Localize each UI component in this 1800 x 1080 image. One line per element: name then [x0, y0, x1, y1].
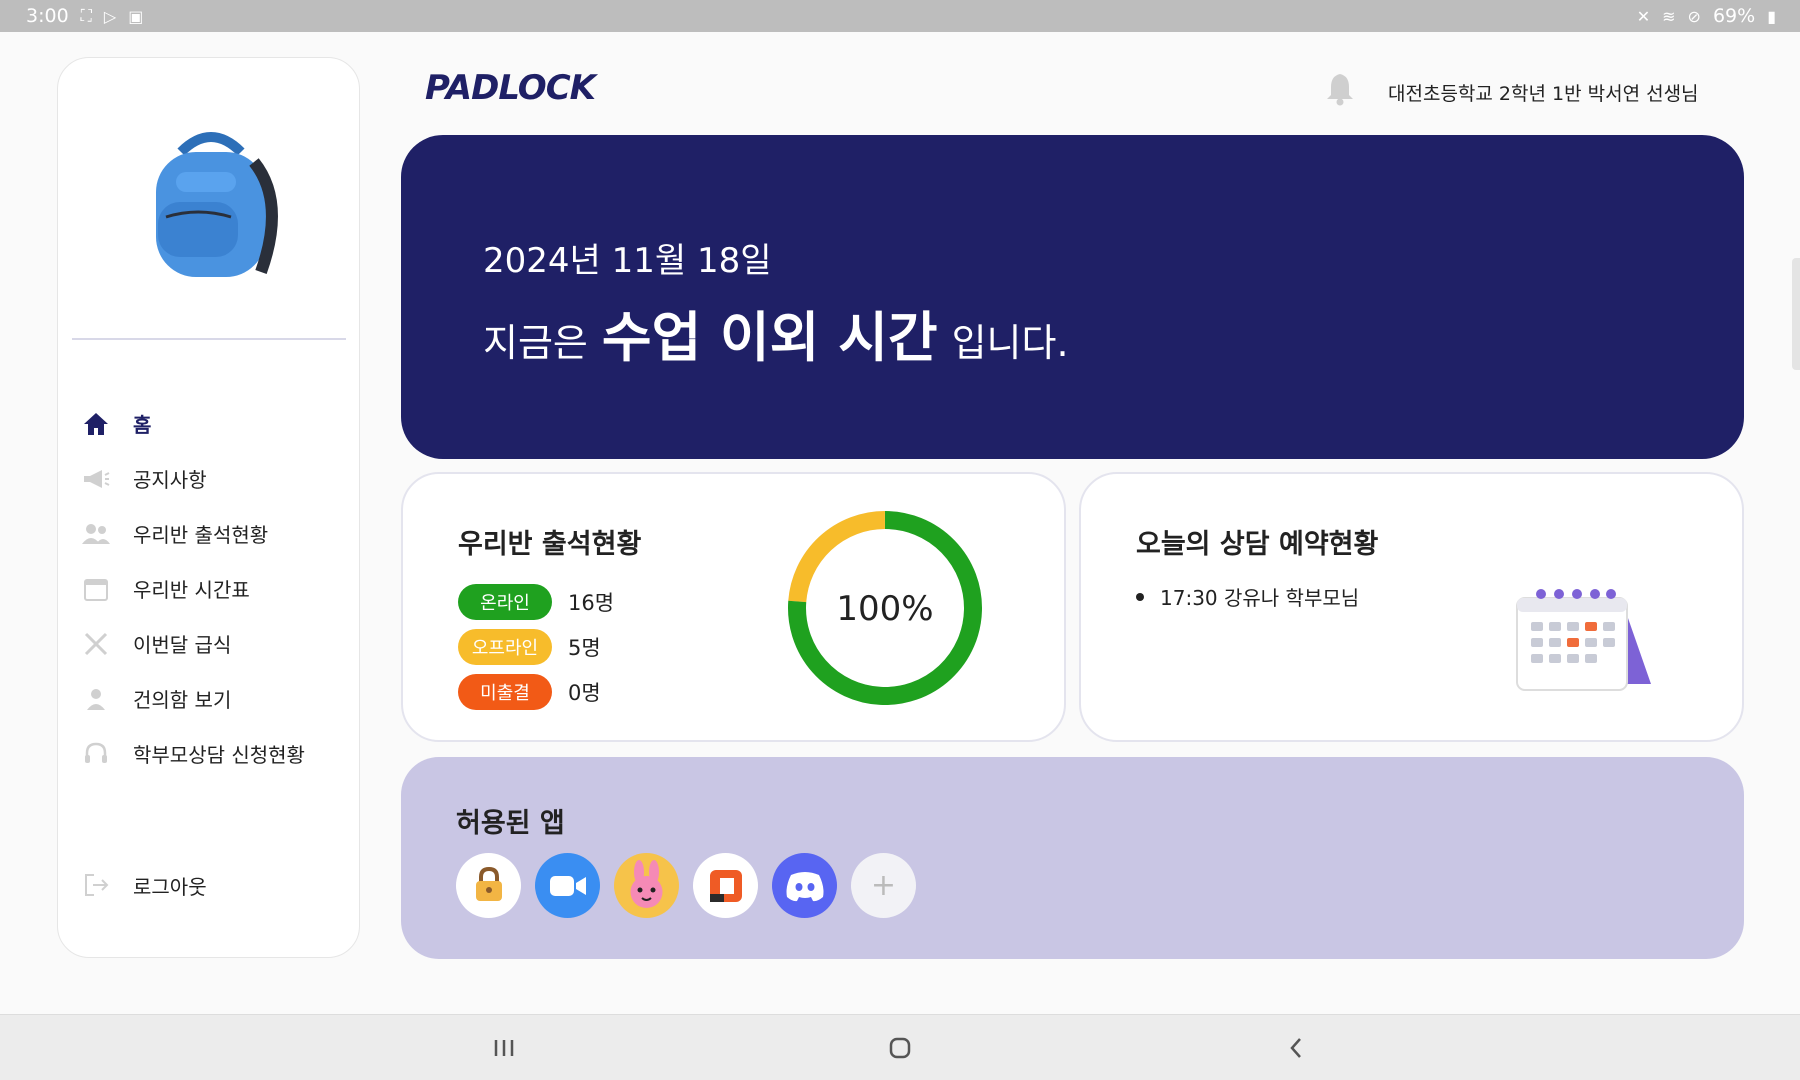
online-badge: 온라인 [458, 583, 552, 620]
sidebar-item-label: 건의함 보기 [133, 688, 232, 712]
edge-panel-handle[interactable] [1792, 258, 1800, 370]
allowed-apps-list: + [456, 853, 916, 918]
absent-badge: 미출결 [458, 673, 552, 710]
bell-icon[interactable] [1325, 72, 1355, 106]
battery-level: 69% [1712, 5, 1756, 27]
calendar-illustration-icon [1516, 589, 1651, 691]
sidebar-item-attendance[interactable]: 우리반 출석현황 [81, 506, 351, 561]
banner-prefix: 지금은 [483, 321, 588, 365]
mute-icon: ✕ [1636, 6, 1651, 26]
banner-suffix: 입니다. [951, 321, 1069, 365]
banner-message: 지금은 수업 이외 시간 입니다. [483, 293, 1069, 372]
recent-apps-button[interactable] [484, 1031, 524, 1065]
banner-highlight: 수업 이외 시간 [601, 306, 938, 369]
attendance-row-offline: 오프라인 5명 [458, 624, 614, 669]
home-button[interactable] [880, 1031, 920, 1065]
back-chevron-icon [1290, 1038, 1301, 1058]
calendar-icon [81, 574, 111, 604]
attendance-row-absent: 미출결 0명 [458, 669, 614, 714]
sidebar-item-label: 우리반 출석현황 [133, 523, 269, 547]
utensils-icon [81, 629, 111, 659]
home-circle-icon [889, 1037, 911, 1059]
android-navigation-bar [0, 1014, 1800, 1080]
bullet-icon [1136, 592, 1144, 601]
add-app-button[interactable]: + [851, 853, 916, 918]
attendance-legend: 온라인 16명 오프라인 5명 미출결 0명 [458, 579, 614, 714]
play-store-icon: ▷ [103, 6, 117, 26]
attendance-donut: 100% [788, 511, 982, 705]
office-app-icon [709, 869, 742, 902]
status-time: 3:00 [26, 5, 69, 27]
offline-badge: 오프라인 [458, 628, 552, 665]
recent-apps-icon [494, 1040, 514, 1056]
discord-app-icon [786, 871, 823, 901]
sidebar-item-home[interactable]: 홈 [81, 396, 351, 451]
sidebar-item-meals[interactable]: 이번달 급식 [81, 616, 351, 671]
headset-icon [81, 739, 111, 769]
bunny-game-icon [630, 860, 663, 908]
sidebar-item-consultations[interactable]: 학부모상담 신청현황 [81, 726, 351, 781]
app-game[interactable] [614, 853, 679, 918]
attendance-title: 우리반 출석현황 [458, 529, 642, 560]
allowed-apps-panel: 허용된 앱 + [401, 757, 1744, 959]
offline-count: 5명 [568, 635, 601, 660]
sidebar-item-label: 이번달 급식 [133, 633, 232, 657]
app-zoom[interactable] [535, 853, 600, 918]
sidebar-item-timetable[interactable]: 우리반 시간표 [81, 561, 351, 616]
absent-count: 0명 [568, 680, 601, 705]
zoom-camera-icon [549, 875, 586, 896]
people-icon [81, 519, 111, 549]
dnd-icon: ⊘ [1687, 6, 1701, 26]
notification-icon: ▣ [128, 6, 144, 26]
app-logo[interactable]: PADLOCK [425, 68, 596, 108]
sidebar-item-label: 홈 [133, 413, 152, 437]
logout-icon [81, 870, 111, 900]
sidebar-nav: 홈 공지사항 우리반 출석현황 우리반 시간표 이번달 급식 건의함 보기 학부… [81, 396, 351, 781]
consultation-title: 오늘의 상담 예약현황 [1136, 529, 1379, 560]
consultation-card[interactable]: 오늘의 상담 예약현황 17:30 강유나 학부모님 [1079, 472, 1744, 742]
consultation-list-item: 17:30 강유나 학부모님 [1136, 582, 1359, 611]
back-button[interactable] [1276, 1031, 1316, 1065]
screenshot-icon: ⛶ [80, 6, 92, 25]
attendance-percent: 100% [836, 589, 933, 629]
app-padlock[interactable] [456, 853, 521, 918]
allowed-apps-title: 허용된 앱 [456, 808, 565, 839]
sidebar-item-suggestions[interactable]: 건의함 보기 [81, 671, 351, 726]
sidebar-divider [72, 338, 346, 340]
person-icon [81, 684, 111, 714]
logout-label: 로그아웃 [133, 874, 207, 899]
attendance-card[interactable]: 우리반 출석현황 온라인 16명 오프라인 5명 미출결 0명 100% [401, 472, 1066, 742]
wifi-icon: ≋ [1662, 6, 1676, 26]
sidebar-item-label: 공지사항 [133, 468, 207, 492]
sidebar-item-label: 학부모상담 신청현황 [133, 743, 305, 767]
sidebar-item-label: 우리반 시간표 [133, 578, 250, 602]
padlock-app-icon [475, 866, 502, 901]
home-icon [81, 409, 111, 439]
app-office[interactable] [693, 853, 758, 918]
sidebar: 홈 공지사항 우리반 출석현황 우리반 시간표 이번달 급식 건의함 보기 학부… [57, 57, 360, 958]
status-banner: 2024년 11월 18일 지금은 수업 이외 시간 입니다. [401, 135, 1744, 459]
online-count: 16명 [568, 590, 615, 615]
consultation-entry: 17:30 강유나 학부모님 [1160, 586, 1360, 610]
banner-date: 2024년 11월 18일 [483, 241, 772, 281]
status-bar: 3:00 ⛶ ▷ ▣ ✕ ≋ ⊘ 69% ▮ [0, 0, 1800, 32]
app-discord[interactable] [772, 853, 837, 918]
sidebar-item-notices[interactable]: 공지사항 [81, 451, 351, 506]
backpack-icon [156, 132, 278, 277]
megaphone-icon [81, 464, 111, 494]
teacher-name: 대전초등학교 2학년 1반 박서연 선생님 [1388, 83, 1699, 105]
battery-icon: ▮ [1767, 6, 1776, 26]
attendance-row-online: 온라인 16명 [458, 579, 614, 624]
logout-button[interactable]: 로그아웃 [81, 860, 207, 910]
